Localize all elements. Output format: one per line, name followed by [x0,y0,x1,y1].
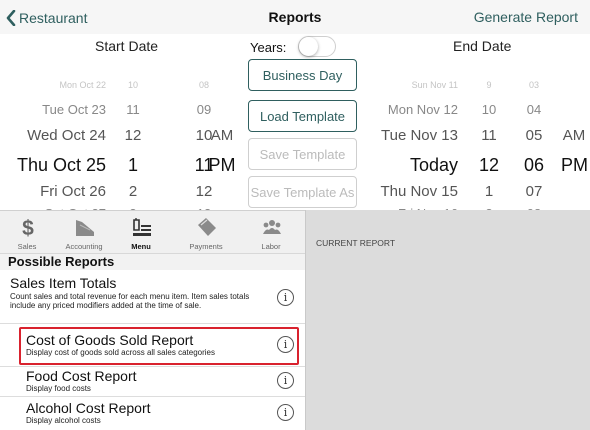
picker-hour: 9 [486,80,492,90]
report-title: Sales Item Totals [10,275,117,291]
tab-label: Menu [131,242,151,251]
report-item-alcohol-cost[interactable]: Alcohol Cost Report Display alcohol cost… [0,397,306,430]
save-template-as-button[interactable]: Save Template As [248,176,357,208]
picker-date: Mon Nov 12 [387,102,458,117]
picker-date: Tue Oct 23 [42,102,106,117]
picker-hour: 11 [481,127,497,144]
tab-menu[interactable]: Menu [114,211,168,255]
picker-minute: 03 [528,80,539,90]
report-title: Alcohol Cost Report [26,400,151,416]
picker-date: Sun Nov 11 [411,80,458,90]
picker-hour: 1 [484,183,494,200]
picker-date: Thu Nov 15 [380,183,458,200]
svg-text:$: $ [22,217,34,238]
tab-label: Labor [261,242,281,251]
picker-hour: 11 [126,102,140,117]
years-label: Years: [250,40,287,55]
report-description: Display alcohol costs [26,416,101,425]
labor-icon [263,220,281,234]
picker-hour: 12 [478,155,500,175]
picker-minute: 05 [525,127,543,144]
tab-payments[interactable]: Payments [179,211,233,255]
section-header: Possible Reports [0,254,306,270]
report-title: Food Cost Report [26,368,137,384]
picker-minute: 04 [526,102,542,117]
dollar-icon: $ [22,217,34,238]
load-template-button[interactable]: Load Template [248,100,357,132]
toggle-knob [299,37,318,56]
save-template-button[interactable]: Save Template [248,138,357,170]
report-item-food-cost[interactable]: Food Cost Report Display food costs i [0,367,306,397]
generate-report-button[interactable]: Generate Report [474,9,578,25]
picker-date: Thu Oct 25 [16,155,106,175]
picker-minute: 12 [195,183,213,200]
report-description: Display food costs [26,384,91,393]
picker-hour: 1 [127,155,138,175]
tab-accounting[interactable]: Accounting [57,211,111,255]
tab-label: Sales [17,242,37,251]
tab-label: Accounting [65,242,103,251]
picker-date: Tue Nov 13 [381,127,458,144]
picker-ampm: AM [210,127,234,144]
tab-sales[interactable]: $ Sales [0,211,54,255]
years-toggle[interactable] [298,36,336,57]
accounting-icon [76,220,94,236]
picker-date: Wed Oct 24 [27,127,106,144]
info-icon[interactable]: i [277,404,294,421]
end-date-header: End Date [453,38,512,54]
picker-minute: 08 [198,80,209,90]
selection-highlight [19,327,299,365]
picker-hour: 12 [124,127,142,144]
info-icon[interactable]: i [277,372,294,389]
picker-date: Mon Oct 22 [59,80,106,90]
report-item-sales-item-totals[interactable]: Sales Item Totals Count sales and total … [0,272,306,324]
picker-ampm: AM [562,127,586,144]
info-icon[interactable]: i [277,289,294,306]
picker-minute: 09 [196,102,212,117]
picker-minute: 07 [525,183,543,200]
picker-date: Fri Oct 26 [40,183,106,200]
picker-hour: 10 [127,80,138,90]
picker-hour: 10 [481,102,497,117]
tab-labor[interactable]: Labor [244,211,298,255]
report-description: Count sales and total revenue for each m… [10,292,250,310]
payments-icon [198,218,216,236]
menu-icon [133,218,151,236]
picker-ampm: PM [208,155,236,175]
start-date-header: Start Date [95,38,159,54]
business-day-button[interactable]: Business Day [248,59,357,91]
picker-minute: 06 [523,155,545,175]
picker-ampm: PM [561,155,588,175]
picker-date: Today [409,155,458,175]
tab-label: Payments [189,242,223,251]
section-title: Possible Reports [8,254,115,269]
picker-hour: 2 [128,183,138,200]
current-report-label: CURRENT REPORT [316,238,396,248]
category-tab-bar: $ Sales Accounting Menu Payments Labor [0,210,306,254]
